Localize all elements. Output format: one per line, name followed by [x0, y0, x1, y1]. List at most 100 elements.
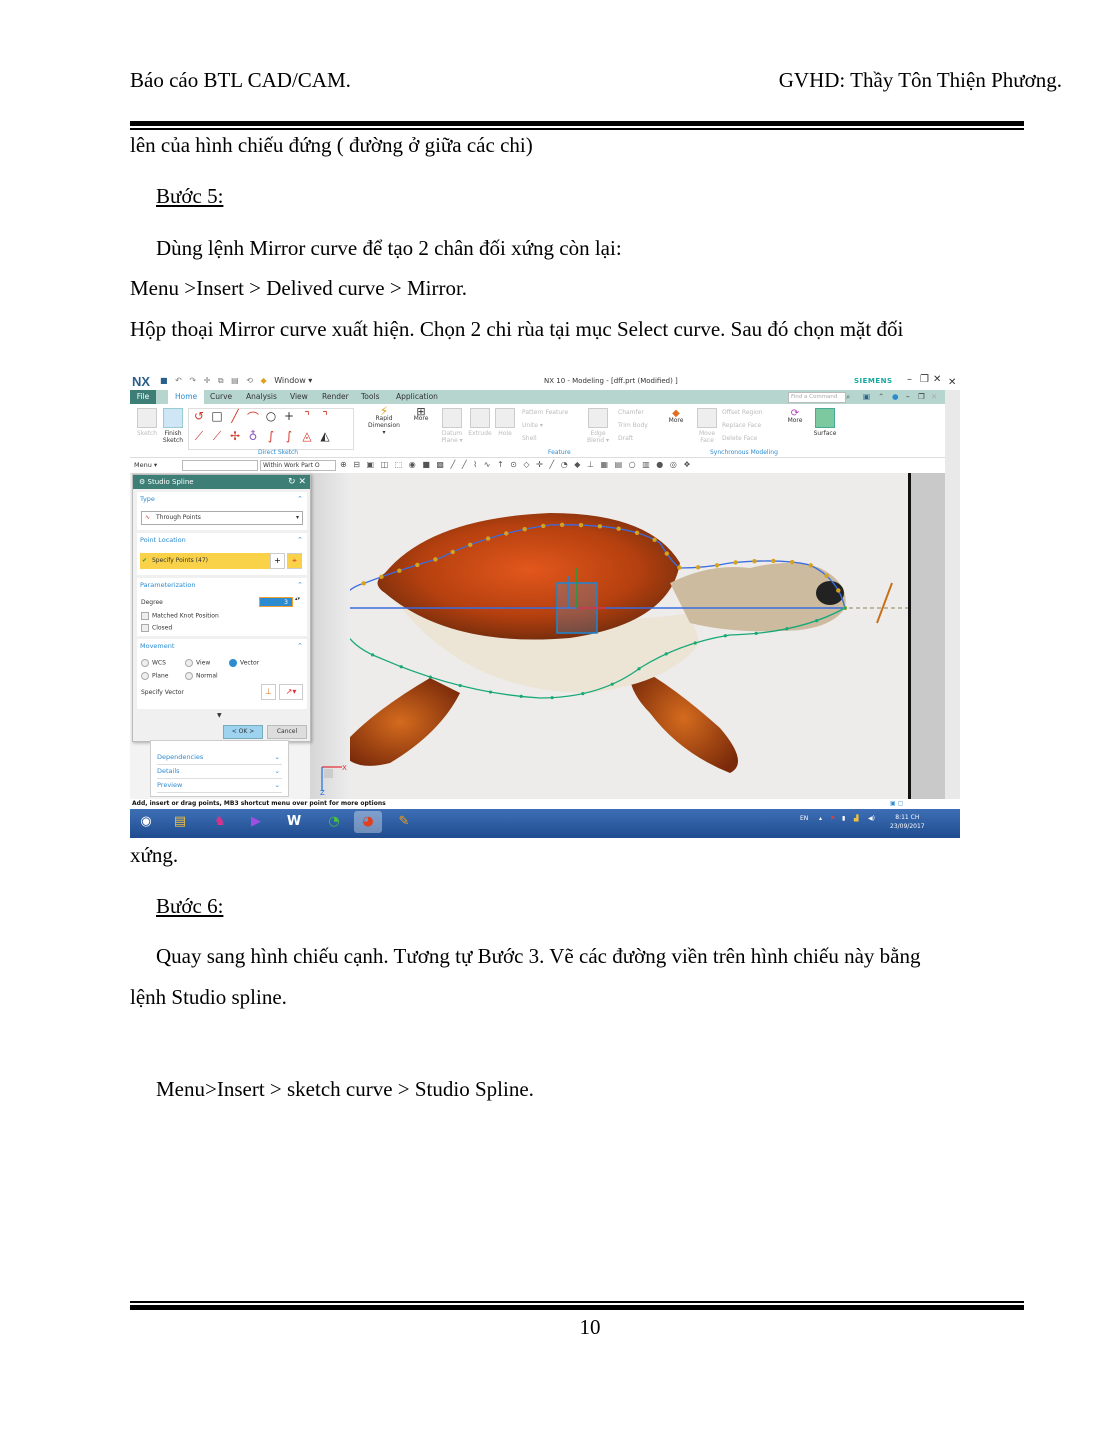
line-icon[interactable]: ╱ [227, 409, 243, 423]
offset-region-button[interactable]: Offset Region [722, 409, 762, 416]
parameterization-header[interactable]: Parameterization ⌃ [137, 578, 307, 592]
save-icon[interactable]: ■ [160, 376, 168, 385]
point-dialog-button[interactable]: ⌖ [287, 553, 302, 569]
start-button-icon[interactable]: ◉ [132, 811, 160, 833]
control-point[interactable] [550, 696, 554, 700]
app-pink-icon[interactable]: ♞ [206, 811, 234, 833]
ok-button[interactable]: < OK > [223, 725, 263, 739]
control-point[interactable] [664, 551, 670, 556]
control-point[interactable] [695, 565, 701, 570]
control-point[interactable] [843, 606, 847, 610]
finish-sketch-button[interactable]: Finish Sketch [160, 408, 186, 444]
status-icons[interactable]: ▣ ▢ [890, 799, 903, 809]
control-point[interactable] [637, 667, 641, 671]
control-point[interactable] [541, 523, 546, 529]
control-point[interactable] [771, 558, 776, 564]
restore-button[interactable]: ❐ [920, 374, 929, 385]
circle-icon[interactable]: ○ [263, 409, 279, 423]
volume-icon[interactable]: ◀) [868, 815, 875, 822]
doc-close-button[interactable]: ✕ [931, 392, 937, 401]
layout-icon[interactable]: ▣ [863, 392, 870, 401]
selection-filter-dropdown[interactable] [182, 460, 258, 471]
hole-button[interactable]: Hole [494, 408, 516, 437]
collapse-ribbon-icon[interactable]: ⌃ [878, 392, 884, 401]
pattern-feature-button[interactable]: Pattern Feature [522, 409, 568, 416]
touch-mode-icon[interactable]: ◆ [260, 376, 266, 385]
delete-face-button[interactable]: Delete Face [722, 435, 757, 442]
control-point[interactable] [714, 563, 720, 568]
datum-plane-button[interactable]: Datum Plane ▾ [440, 408, 464, 444]
closed-checkbox[interactable]: Closed [141, 624, 172, 632]
nx-taskbar-icon[interactable]: ◕ [354, 811, 382, 833]
control-point[interactable] [433, 557, 438, 562]
surface-button[interactable]: Surface [812, 408, 838, 437]
quick-trim-icon[interactable]: ⟋ [191, 429, 207, 444]
tab-home[interactable]: Home [168, 390, 205, 404]
chamfer-sketch-icon[interactable]: ⌝ [317, 409, 333, 423]
control-point[interactable] [485, 536, 491, 541]
point-icon[interactable]: + [281, 409, 297, 423]
replace-face-button[interactable]: Replace Face [722, 422, 761, 429]
cut-icon[interactable]: ✛ [204, 376, 211, 385]
arc-icon[interactable]: ⌒ [245, 409, 261, 426]
chamfer-button[interactable]: Chamfer [618, 409, 644, 416]
more-feature-button[interactable]: ◆ More [665, 409, 687, 425]
vector-dialog-button[interactable]: ⊥ [261, 684, 276, 700]
control-point[interactable] [616, 526, 621, 531]
draft-button[interactable]: Draft [618, 435, 633, 442]
control-point[interactable] [610, 682, 614, 686]
control-point[interactable] [733, 560, 738, 565]
control-point[interactable] [693, 641, 697, 645]
control-point[interactable] [397, 568, 402, 573]
add-point-button[interactable]: + [270, 553, 285, 569]
dependencies-section[interactable]: Dependencies ⌄ [157, 751, 282, 765]
make-corner-icon[interactable]: ✢ [227, 429, 243, 443]
control-point[interactable] [450, 549, 455, 555]
tab-tools[interactable]: Tools [361, 392, 379, 401]
extrude-button[interactable]: Extrude [468, 408, 492, 437]
control-point[interactable] [428, 675, 433, 679]
control-point[interactable] [815, 618, 819, 623]
language-indicator[interactable]: EN [800, 815, 808, 822]
snap-toolbar[interactable]: ⊕ ⊟ ▣ ◫ ⬚ ◉ ■ ▩ ╱ ╱ ⌇ ∿ ↑ ⊙ ◇ ✛ ╱ ◔ ◆ ⊥ … [340, 460, 693, 469]
find-command-input[interactable]: Find a Command [788, 392, 846, 403]
control-point[interactable] [578, 522, 584, 528]
preview-section[interactable]: Preview ⌄ [157, 779, 282, 793]
control-point[interactable] [677, 565, 682, 570]
paste-icon[interactable]: ▤ [231, 376, 239, 385]
details-section[interactable]: Details ⌄ [157, 765, 282, 779]
more-sync-button[interactable]: ⟳ More [784, 409, 806, 425]
explorer-icon[interactable]: ▤ [166, 811, 194, 833]
radio-vector[interactable]: Vector [229, 659, 259, 667]
outer-close-button[interactable]: ✕ [948, 377, 956, 388]
edge-blend-button[interactable]: Edge Blend ▾ [586, 408, 610, 444]
rapid-dimension-button[interactable]: ⚡ Rapid Dimension ▾ [366, 405, 402, 436]
minimize-button[interactable]: – [907, 374, 912, 385]
move-face-button[interactable]: Move Face [696, 408, 718, 444]
control-point[interactable] [488, 690, 493, 694]
show-hidden-icons[interactable]: ▴ [819, 815, 822, 822]
tab-curve[interactable]: Curve [210, 392, 232, 401]
radio-plane[interactable]: Plane [141, 672, 168, 680]
control-point[interactable] [581, 692, 585, 696]
graphics-viewport[interactable] [310, 473, 945, 799]
window-menu[interactable]: Window ▾ [274, 376, 312, 385]
profile-icon[interactable]: ↺ [191, 409, 207, 423]
selection-scope-dropdown[interactable]: Within Work Part O [260, 460, 336, 471]
doc-minimize-button[interactable]: – [906, 392, 910, 401]
type-dropdown[interactable]: ∿ Through Points ▾ [141, 511, 303, 525]
undo-icon[interactable]: ↶ [175, 376, 182, 385]
trim-body-button[interactable]: Trim Body [618, 422, 648, 429]
control-point[interactable] [824, 573, 829, 578]
dialog-reset-close[interactable]: ↻ ✕ [288, 475, 306, 489]
control-point[interactable] [399, 665, 403, 669]
radio-normal[interactable]: Normal [185, 672, 218, 680]
tab-file[interactable]: File [130, 390, 156, 404]
menu-button[interactable]: Menu ▾ [134, 461, 157, 469]
tab-analysis[interactable]: Analysis [246, 392, 277, 401]
control-point[interactable] [504, 531, 509, 536]
copy-icon[interactable]: ⧉ [218, 376, 224, 385]
control-point[interactable] [790, 559, 795, 565]
vector-type-dropdown[interactable]: ↗▾ [279, 684, 303, 700]
radio-view[interactable]: View [185, 659, 210, 667]
